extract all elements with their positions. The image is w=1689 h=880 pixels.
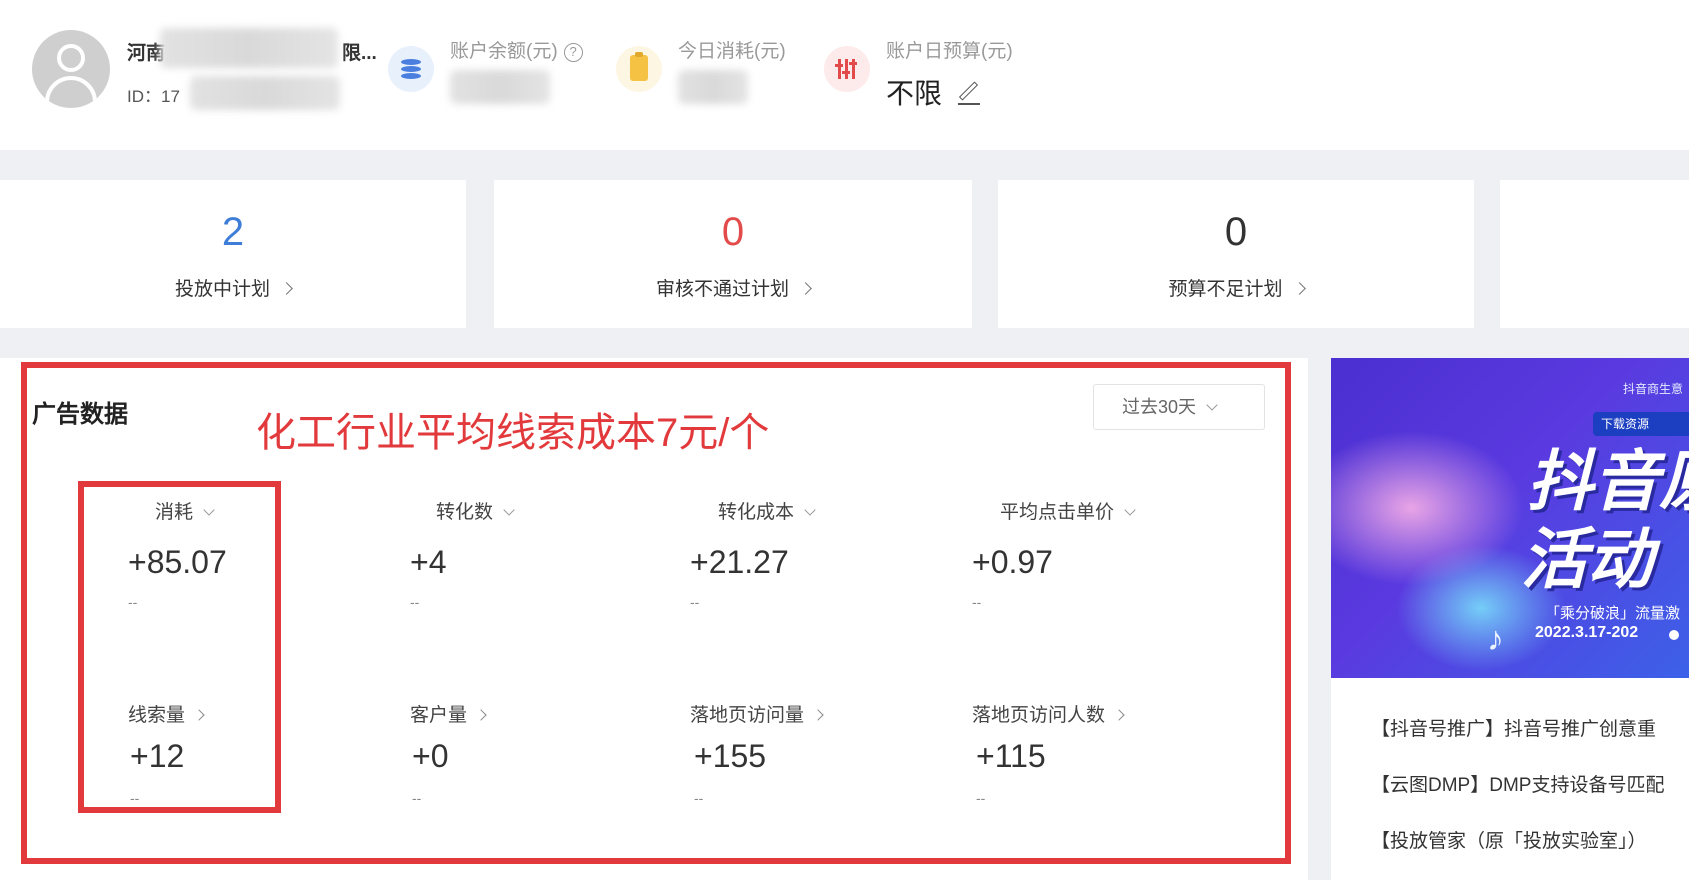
metric-landing-visits-link[interactable]: 落地页访问量	[690, 700, 824, 727]
redacted-spend	[678, 70, 748, 104]
clipboard-icon	[616, 46, 662, 92]
metric-landing-visitors-link[interactable]: 落地页访问人数	[972, 700, 1125, 727]
account-header: 河南 限... ID：17 账户余额(元)? 今日消耗(元) 账户日预算(元)	[0, 0, 1689, 150]
banner-pill: 下载资源	[1593, 412, 1689, 436]
question-circle-icon[interactable]: ?	[563, 43, 583, 62]
carousel-dot[interactable]	[1669, 630, 1679, 640]
chevron-right-icon	[280, 282, 293, 295]
metric-landing-visitors-compare: --	[976, 790, 986, 806]
stat-card-low-budget-plans[interactable]: 0 预算不足计划	[998, 180, 1474, 328]
today-spend-label: 今日消耗(元)	[678, 41, 786, 62]
chevron-down-icon	[203, 504, 215, 516]
metric-cpc-value: +0.97	[972, 544, 1053, 580]
promo-banner[interactable]: 抖音商生意 下载资源 抖音原 活动 ♪ 「乘分破浪」流量激 2022.3.17-…	[1331, 358, 1689, 678]
chevron-down-icon	[1206, 399, 1218, 411]
metric-cpc-selector[interactable]: 平均点击单价	[1000, 497, 1136, 524]
redacted-name	[160, 28, 338, 68]
metric-conversions-compare: --	[410, 594, 420, 610]
metric-spend-value: +85.07	[128, 544, 227, 580]
metric-cpa-selector[interactable]: 转化成本	[718, 497, 816, 524]
music-note-icon: ♪	[1487, 620, 1504, 658]
metric-cpa-compare: --	[690, 594, 700, 610]
metric-cpa-value: +21.27	[690, 544, 789, 580]
metric-spend-selector[interactable]: 消耗	[155, 497, 215, 524]
redacted-id	[190, 76, 340, 110]
stat-label: 审核不通过计划	[655, 279, 789, 300]
chevron-down-icon	[503, 504, 515, 516]
banner-brand: 抖音商生意	[1622, 382, 1683, 396]
date-range-value: 过去30天	[1122, 397, 1197, 417]
date-range-select[interactable]: 过去30天	[1093, 384, 1265, 430]
right-sidebar: 抖音商生意 下载资源 抖音原 活动 ♪ 「乘分破浪」流量激 2022.3.17-…	[1331, 358, 1689, 880]
banner-date: 2022.3.17-202	[1535, 624, 1639, 641]
metric-landing-visitors-value: +115	[976, 738, 1046, 774]
news-item[interactable]: 【抖音号推广】抖音号推广创意重	[1371, 714, 1656, 741]
chevron-right-icon	[812, 709, 824, 721]
metric-leads-value: +12	[130, 738, 185, 774]
metric-customers-value: +0	[412, 738, 449, 774]
sliders-icon	[824, 46, 870, 92]
news-item[interactable]: 【云图DMP】DMP支持设备号匹配	[1371, 770, 1664, 797]
stat-value: 0	[1224, 210, 1248, 254]
chevron-right-icon	[799, 282, 812, 295]
database-icon	[388, 46, 434, 92]
avatar-icon[interactable]	[32, 30, 110, 108]
metric-landing-visits-value: +155	[694, 738, 767, 774]
chevron-right-icon	[1113, 709, 1125, 721]
daily-budget-value: 不限	[886, 78, 943, 109]
metric-conversions-value: +4	[410, 544, 447, 580]
banner-headline: 抖音原 活动	[1521, 444, 1689, 596]
metric-landing-visits-compare: --	[694, 790, 704, 806]
ad-data-title: 广告数据	[32, 401, 128, 428]
daily-budget-label: 账户日预算(元)	[886, 41, 1013, 62]
metric-cpc-compare: --	[972, 594, 982, 610]
chevron-right-icon	[475, 709, 487, 721]
edit-icon[interactable]	[956, 81, 981, 105]
metric-customers-link[interactable]: 客户量	[410, 700, 487, 727]
chevron-down-icon	[1124, 504, 1136, 516]
stat-label: 预算不足计划	[1168, 279, 1283, 300]
metric-conversions-selector[interactable]: 转化数	[436, 497, 515, 524]
metric-leads-compare: --	[130, 790, 140, 806]
chevron-down-icon	[804, 504, 816, 516]
account-id: ID：17	[127, 87, 180, 106]
stat-card-partial	[1500, 180, 1689, 328]
stat-label: 投放中计划	[174, 279, 270, 300]
banner-subline: 「乘分破浪」流量激	[1545, 605, 1681, 622]
chevron-right-icon	[1292, 282, 1306, 295]
metric-leads-link[interactable]: 线索量	[128, 700, 205, 727]
news-item[interactable]: 【投放管家（原「投放实验室」）	[1371, 826, 1647, 853]
stat-card-rejected-plans[interactable]: 0 审核不通过计划	[494, 180, 972, 328]
balance-label: 账户余额(元)	[450, 41, 558, 62]
chevron-right-icon	[193, 709, 205, 721]
metric-customers-compare: --	[412, 790, 422, 806]
stat-card-active-plans[interactable]: 2 投放中计划	[0, 180, 466, 328]
redacted-balance	[450, 70, 550, 104]
stat-value: 0	[721, 210, 745, 254]
annotation-text: 化工行业平均线索成本7元/个	[256, 411, 770, 455]
stat-value: 2	[221, 210, 245, 254]
metric-spend-compare: --	[128, 594, 138, 610]
